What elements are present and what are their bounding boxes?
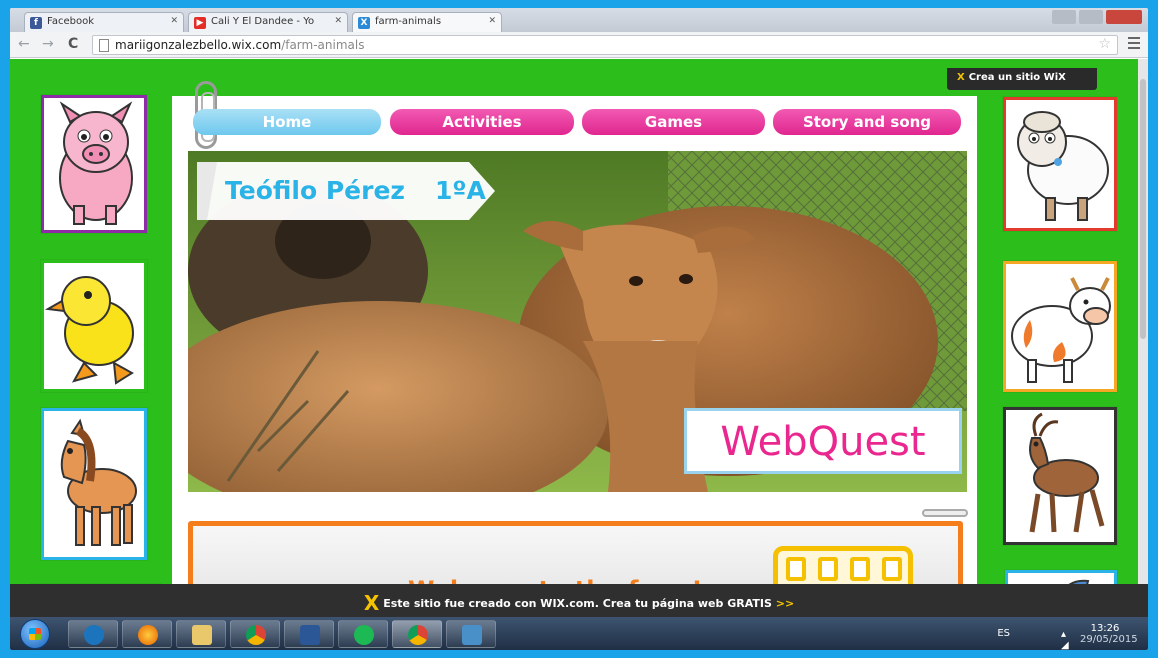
taskbar-word[interactable]	[284, 620, 334, 648]
url-path: /farm-animals	[281, 38, 365, 52]
horse-icon	[60, 418, 137, 546]
browser-tab-strip: f Facebook ✕ ▶ Cali Y El Dandee - Yo ✕ X…	[10, 8, 1148, 32]
taskbar-firefox[interactable]	[122, 620, 172, 648]
taskbar-photos[interactable]	[446, 620, 496, 648]
tab-youtube[interactable]: ▶ Cali Y El Dandee - Yo ✕	[188, 12, 348, 32]
webquest-label-box: WebQuest	[684, 408, 962, 474]
url-host: mariigonzalezbello.wix.com	[115, 38, 282, 52]
main-nav: Home Activities Games Story and song	[193, 109, 963, 135]
page-scrollbar[interactable]	[1138, 59, 1148, 584]
window-controls	[1052, 10, 1142, 24]
wix-logo-icon: X	[363, 591, 380, 615]
nav-home[interactable]: Home	[193, 109, 381, 135]
forward-icon[interactable]: →	[42, 36, 54, 52]
chrome-icon	[246, 625, 266, 645]
nav-games[interactable]: Games	[582, 109, 765, 135]
tab-label: farm-animals	[375, 16, 442, 27]
chick-icon	[44, 276, 134, 385]
welcome-heading: Welcome to the farm!	[408, 576, 702, 584]
tab-label: Cali Y El Dandee - Yo	[211, 16, 315, 27]
webquest-label: WebQuest	[720, 419, 926, 465]
student-name: Teófilo Pérez	[225, 176, 405, 205]
reload-icon[interactable]: C	[68, 36, 78, 52]
language-indicator[interactable]: ES	[997, 628, 1010, 639]
chrome-icon	[408, 625, 428, 645]
firefox-icon	[138, 625, 158, 645]
wix-footer-text: Este sitio fue creado con WIX.com. Crea …	[383, 597, 772, 610]
pig-icon	[59, 101, 133, 225]
card-horse[interactable]	[41, 408, 147, 560]
close-window-button[interactable]	[1106, 10, 1142, 24]
wix-footer-bar[interactable]: X Este sitio fue creado con WIX.com. Crea…	[10, 584, 1148, 617]
card-cow[interactable]	[1003, 261, 1117, 392]
cow-icon	[1011, 277, 1111, 383]
explorer-icon	[192, 625, 212, 645]
page-icon	[99, 39, 109, 52]
class-label: 1ºA	[434, 176, 486, 205]
close-icon[interactable]: ✕	[334, 16, 342, 26]
address-bar[interactable]: mariigonzalezbello.wix.com/farm-animals …	[92, 35, 1118, 55]
taskbar-chrome-active[interactable]	[392, 620, 442, 648]
wix-logo-icon: X	[957, 72, 965, 83]
screen: f Facebook ✕ ▶ Cali Y El Dandee - Yo ✕ X…	[10, 8, 1148, 650]
tab-label: Facebook	[47, 16, 94, 27]
wix-badge-label: Crea un sitio WiX	[968, 72, 1066, 83]
browser-toolbar: ← → C mariigonzalezbello.wix.com/farm-an…	[10, 32, 1148, 58]
taskbar-explorer[interactable]	[176, 620, 226, 648]
wix-create-badge[interactable]: X Crea un sitio WiX	[947, 68, 1097, 90]
student-name-banner: Teófilo Pérez 1ºA	[197, 162, 495, 220]
card-sheep[interactable]	[1003, 97, 1117, 231]
welcome-box: Welcome to the farm!	[188, 521, 963, 584]
sheep-icon	[1017, 111, 1109, 221]
clock[interactable]: 13:26 29/05/2015	[1080, 623, 1138, 645]
card-partial-right[interactable]	[1005, 570, 1117, 584]
nav-activities[interactable]: Activities	[390, 109, 574, 135]
close-icon[interactable]: ✕	[170, 16, 178, 26]
menu-icon[interactable]	[1128, 37, 1140, 52]
taskbar-spotify[interactable]	[338, 620, 388, 648]
nav-story-and-song[interactable]: Story and song	[773, 109, 961, 135]
back-icon[interactable]: ←	[18, 36, 30, 52]
spotify-icon	[354, 625, 374, 645]
goat-icon	[1029, 412, 1105, 533]
maximize-button[interactable]	[1079, 10, 1103, 24]
facebook-icon: f	[30, 17, 42, 29]
youtube-icon: ▶	[194, 17, 206, 29]
wix-icon: X	[358, 17, 370, 29]
wix-footer-cta[interactable]: >>	[776, 597, 794, 610]
clock-date: 29/05/2015	[1080, 634, 1138, 645]
tray-icons[interactable]: ▴ ◢ ⚑	[1061, 629, 1070, 650]
start-button[interactable]	[20, 619, 50, 649]
taskbar-chrome[interactable]	[230, 620, 280, 648]
card-chick[interactable]	[41, 260, 147, 392]
school-bus-icon	[773, 546, 913, 584]
animal-icon	[1068, 579, 1090, 584]
page-viewport: X Crea un sitio WiX Home Activities Games…	[10, 59, 1148, 584]
windows-taskbar: ES ▴ ◢ ⚑ 13:26 29/05/2015	[10, 617, 1148, 650]
photos-icon	[462, 625, 482, 645]
tab-facebook[interactable]: f Facebook ✕	[24, 12, 184, 32]
card-pig[interactable]	[41, 95, 147, 233]
close-icon[interactable]: ✕	[488, 16, 496, 26]
clock-time: 13:26	[1090, 623, 1120, 634]
bookmark-star-icon[interactable]: ☆	[1098, 36, 1111, 52]
pin-decoration	[922, 509, 968, 517]
scrollbar-thumb[interactable]	[1140, 79, 1146, 339]
hp-icon	[84, 625, 104, 645]
word-icon	[300, 625, 320, 645]
tab-farm-animals[interactable]: X farm-animals ✕	[352, 12, 502, 32]
taskbar-hp[interactable]	[68, 620, 118, 648]
card-goat[interactable]	[1003, 407, 1117, 545]
minimize-button[interactable]	[1052, 10, 1076, 24]
